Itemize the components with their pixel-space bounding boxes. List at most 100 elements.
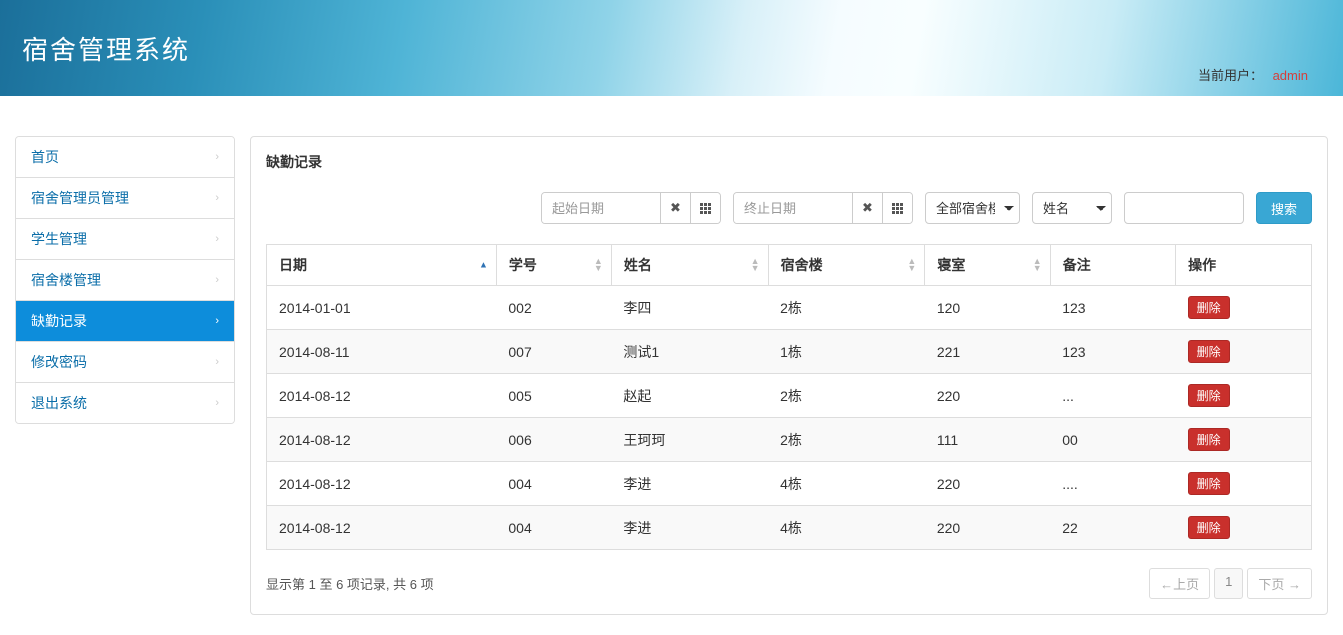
close-icon: ✖ — [670, 200, 681, 216]
sidebar-item-label: 退出系统 — [31, 393, 87, 413]
cell-name: 赵起 — [611, 374, 768, 418]
records-info: 显示第 1 至 6 项记录, 共 6 项 — [266, 574, 434, 593]
cell-studentNo: 005 — [496, 374, 611, 418]
end-date-input[interactable] — [734, 193, 852, 223]
cell-building: 4栋 — [768, 462, 925, 506]
prev-page-button[interactable]: ←上页 — [1149, 568, 1210, 599]
sort-icon: ▲▼ — [594, 258, 603, 272]
cell-action: 删除 — [1176, 374, 1312, 418]
records-table: 日期 ▲ 学号 ▲▼ 姓名 ▲▼ 宿舍楼 ▲▼ — [266, 244, 1312, 550]
cell-studentNo: 006 — [496, 418, 611, 462]
delete-button[interactable]: 删除 — [1188, 296, 1230, 319]
table-row: 2014-01-01002李四2栋120123删除 — [267, 286, 1312, 330]
sidebar: 首页›宿舍管理员管理›学生管理›宿舍楼管理›缺勤记录›修改密码›退出系统› — [15, 136, 235, 615]
sidebar-item-label: 首页 — [31, 147, 59, 167]
sidebar-item-2[interactable]: 学生管理› — [16, 219, 234, 260]
sidebar-item-1[interactable]: 宿舍管理员管理 › — [16, 178, 234, 219]
cell-remark: 22 — [1050, 506, 1175, 550]
col-building[interactable]: 宿舍楼 ▲▼ — [768, 245, 925, 286]
close-icon: ✖ — [862, 200, 873, 216]
sidebar-item-6[interactable]: 退出系统 › — [16, 383, 234, 423]
page-1-button[interactable]: 1 — [1214, 568, 1243, 599]
calendar-icon — [892, 203, 903, 214]
end-date-calendar-button[interactable] — [882, 193, 912, 223]
cell-room: 220 — [925, 462, 1050, 506]
next-page-button[interactable]: 下页 → — [1247, 568, 1312, 599]
col-student-no[interactable]: 学号 ▲▼ — [496, 245, 611, 286]
cell-building: 2栋 — [768, 286, 925, 330]
delete-button[interactable]: 删除 — [1188, 516, 1230, 539]
sort-icon: ▲▼ — [1033, 258, 1042, 272]
chevron-right-icon: › — [215, 192, 219, 204]
cell-name: 王珂珂 — [611, 418, 768, 462]
cell-building: 1栋 — [768, 330, 925, 374]
sidebar-item-label: 宿舍管理员管理 — [31, 188, 129, 208]
table-row: 2014-08-11007测试11栋221123 删除 — [267, 330, 1312, 374]
search-button[interactable]: 搜索 — [1256, 192, 1312, 224]
cell-room: 220 — [925, 374, 1050, 418]
delete-button[interactable]: 删除 — [1188, 340, 1230, 363]
table-footer: 显示第 1 至 6 项记录, 共 6 项 ←上页 1 下页 → — [266, 568, 1312, 599]
cell-action: 删除 — [1176, 418, 1312, 462]
sidebar-item-0[interactable]: 首页 › — [16, 137, 234, 178]
delete-button[interactable]: 删除 — [1188, 384, 1230, 407]
delete-button[interactable]: 删除 — [1188, 428, 1230, 451]
table-row: 2014-08-12004李进4栋22022 删除 — [267, 506, 1312, 550]
delete-button[interactable]: 删除 — [1188, 472, 1230, 495]
app-title: 宿舍管理系统 — [22, 30, 190, 67]
cell-remark: ... — [1050, 374, 1175, 418]
building-select[interactable]: 全部宿舍楼 — [925, 192, 1020, 224]
current-user-display: 当前用户： admin — [1198, 65, 1308, 84]
app-header: 宿舍管理系统 当前用户： admin — [0, 0, 1343, 96]
filter-bar: ✖ ✖ 全部宿舍楼 姓名 搜索 — [266, 192, 1312, 224]
cell-remark: 123 — [1050, 330, 1175, 374]
cell-action: 删除 — [1176, 506, 1312, 550]
col-room[interactable]: 寝室 ▲▼ — [925, 245, 1050, 286]
search-input[interactable] — [1124, 192, 1244, 224]
cell-remark: 00 — [1050, 418, 1175, 462]
cell-remark: 123 — [1050, 286, 1175, 330]
current-user-label: 当前用户： — [1198, 68, 1263, 83]
sidebar-item-5[interactable]: 修改密码› — [16, 342, 234, 383]
cell-date: 2014-01-01 — [267, 286, 497, 330]
cell-building: 2栋 — [768, 374, 925, 418]
sidebar-item-label: 学生管理 — [31, 229, 87, 249]
cell-studentNo: 004 — [496, 506, 611, 550]
col-remark: 备注 — [1050, 245, 1175, 286]
cell-room: 220 — [925, 506, 1050, 550]
cell-name: 李四 — [611, 286, 768, 330]
cell-name: 李进 — [611, 462, 768, 506]
end-date-group: ✖ — [733, 192, 913, 224]
cell-date: 2014-08-11 — [267, 330, 497, 374]
cell-studentNo: 007 — [496, 330, 611, 374]
cell-room: 221 — [925, 330, 1050, 374]
cell-name: 李进 — [611, 506, 768, 550]
cell-name: 测试1 — [611, 330, 768, 374]
col-action: 操作 — [1176, 245, 1312, 286]
panel-title: 缺勤记录 — [266, 152, 1312, 172]
chevron-right-icon: › — [215, 151, 219, 163]
chevron-right-icon: › — [215, 356, 219, 368]
cell-building: 4栋 — [768, 506, 925, 550]
start-date-calendar-button[interactable] — [690, 193, 720, 223]
cell-date: 2014-08-12 — [267, 506, 497, 550]
chevron-right-icon: › — [215, 397, 219, 409]
end-date-clear-button[interactable]: ✖ — [852, 193, 882, 223]
calendar-icon — [700, 203, 711, 214]
cell-remark: .... — [1050, 462, 1175, 506]
col-name[interactable]: 姓名 ▲▼ — [611, 245, 768, 286]
pagination: ←上页 1 下页 → — [1149, 568, 1312, 599]
start-date-group: ✖ — [541, 192, 721, 224]
sort-icon: ▲▼ — [907, 258, 916, 272]
col-date[interactable]: 日期 ▲ — [267, 245, 497, 286]
cell-date: 2014-08-12 — [267, 418, 497, 462]
chevron-right-icon: › — [215, 274, 219, 286]
start-date-clear-button[interactable]: ✖ — [660, 193, 690, 223]
field-select[interactable]: 姓名 — [1032, 192, 1112, 224]
current-user-name: admin — [1273, 68, 1308, 83]
sidebar-item-4[interactable]: 缺勤记录› — [16, 301, 234, 342]
cell-action: 删除 — [1176, 462, 1312, 506]
sidebar-item-3[interactable]: 宿舍楼管理› — [16, 260, 234, 301]
start-date-input[interactable] — [542, 193, 660, 223]
cell-date: 2014-08-12 — [267, 462, 497, 506]
